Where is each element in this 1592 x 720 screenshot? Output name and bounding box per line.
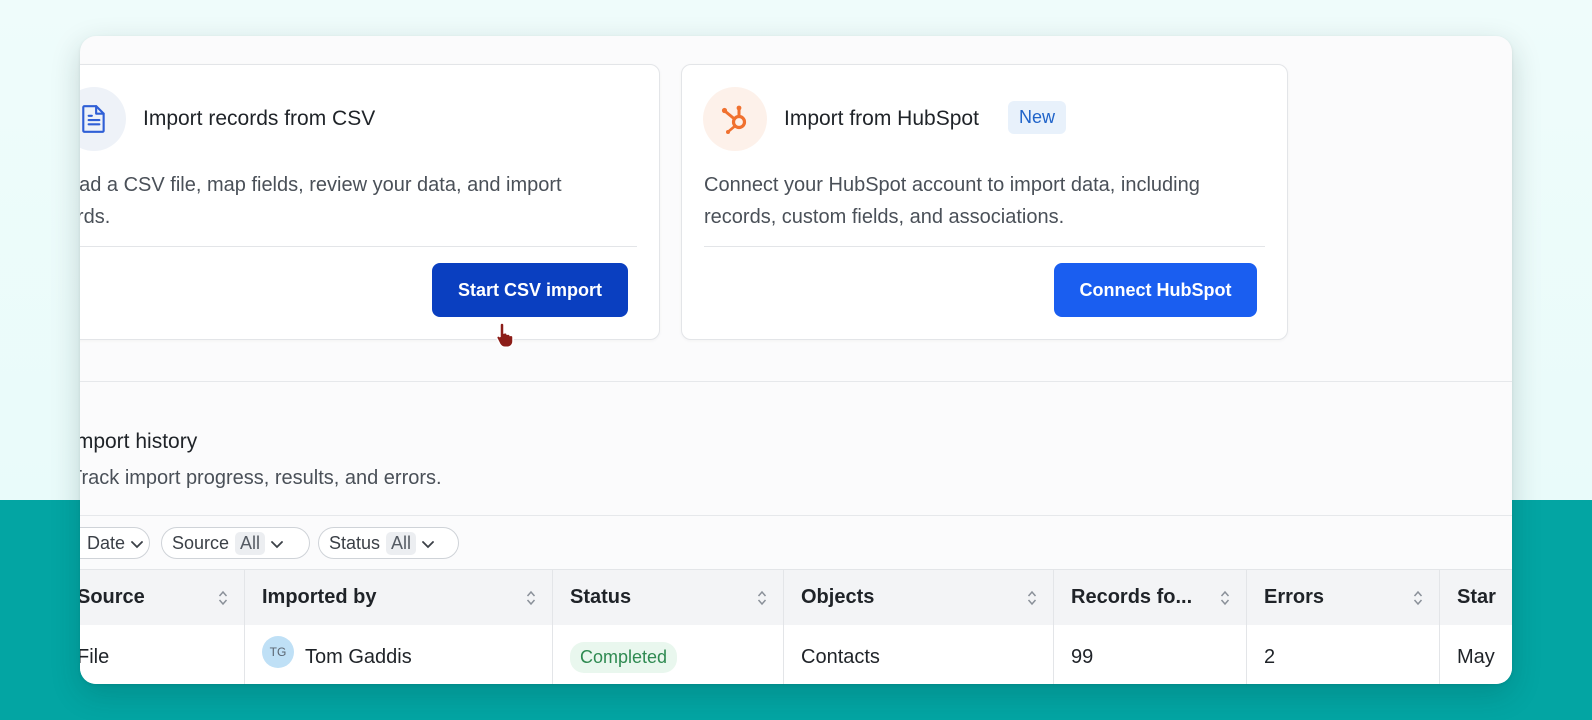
hubspot-icon xyxy=(703,87,767,151)
status-filter-value: All xyxy=(386,531,417,555)
source-filter-value: All xyxy=(235,531,266,555)
section-divider xyxy=(80,381,1512,382)
sort-icon xyxy=(526,590,536,606)
csv-card-title: Import records from CSV xyxy=(143,107,376,130)
column-label: Records fo... xyxy=(1071,586,1193,608)
hubspot-card-description: Connect your HubSpot account to import d… xyxy=(704,174,1200,228)
sort-icon xyxy=(757,590,767,606)
column-header-imported-by[interactable]: Imported by xyxy=(245,570,553,625)
connect-hubspot-button[interactable]: Connect HubSpot xyxy=(1054,263,1257,317)
column-label: Objects xyxy=(801,586,875,608)
cell-imported-by: TG Tom Gaddis xyxy=(245,625,553,684)
table-row[interactable]: File TG Tom Gaddis Completed Contacts 99… xyxy=(80,625,1512,684)
column-header-objects[interactable]: Objects xyxy=(784,570,1054,625)
column-label: Status xyxy=(570,586,632,608)
avatar: TG xyxy=(262,636,294,668)
cell-source: File xyxy=(80,625,245,684)
import-window: Import records from CSV Upload a CSV fil… xyxy=(80,36,1512,684)
card-divider xyxy=(704,246,1265,247)
chevron-down-icon xyxy=(422,533,434,554)
cell-status: Completed xyxy=(553,625,784,684)
date-filter[interactable]: Date xyxy=(80,527,150,559)
cell-records: 99 xyxy=(1054,625,1247,684)
column-header-errors[interactable]: Errors xyxy=(1247,570,1440,625)
column-label: Source xyxy=(80,586,145,608)
document-icon xyxy=(80,87,126,151)
source-filter[interactable]: Source All xyxy=(161,527,310,559)
sort-icon xyxy=(1220,590,1230,606)
import-history-title: Import history xyxy=(80,430,198,453)
status-filter-label: Status xyxy=(329,532,381,553)
cell-errors: 2 xyxy=(1247,625,1440,684)
start-csv-import-button[interactable]: Start CSV import xyxy=(432,263,628,317)
chevron-down-icon xyxy=(131,533,143,554)
source-filter-label: Source xyxy=(172,532,230,553)
sort-icon xyxy=(218,590,228,606)
column-label: Imported by xyxy=(262,586,377,608)
date-filter-label: Date xyxy=(87,532,126,553)
column-header-records[interactable]: Records fo... xyxy=(1054,570,1247,625)
hubspot-import-card: Import from HubSpot New Connect your Hub… xyxy=(681,64,1288,340)
column-label: Star xyxy=(1457,586,1496,608)
column-header-status[interactable]: Status xyxy=(553,570,784,625)
status-filter[interactable]: Status All xyxy=(318,527,459,559)
csv-import-card: Import records from CSV Upload a CSV fil… xyxy=(80,64,660,349)
import-history-subtitle: Track import progress, results, and erro… xyxy=(80,467,442,489)
column-header-source[interactable]: Source xyxy=(80,570,245,625)
hand-pointer-icon xyxy=(495,321,517,354)
cell-started: May xyxy=(1457,645,1495,668)
section-divider xyxy=(80,515,1512,516)
card-divider xyxy=(80,246,637,247)
column-label: Errors xyxy=(1264,586,1325,608)
status-badge: Completed xyxy=(570,641,678,673)
table-header: Source Imported by Status Objects Record… xyxy=(80,569,1512,625)
new-badge: New xyxy=(1008,101,1067,134)
csv-card-description: Upload a CSV file, map fields, review yo… xyxy=(80,174,562,228)
sort-icon xyxy=(1027,590,1037,606)
imported-by-name: Tom Gaddis xyxy=(305,645,412,668)
column-header-started[interactable]: Star xyxy=(1440,570,1512,625)
hubspot-card-title: Import from HubSpot xyxy=(784,107,979,130)
cell-objects: Contacts xyxy=(784,625,1054,684)
chevron-down-icon xyxy=(271,533,283,554)
sort-icon xyxy=(1413,590,1423,606)
